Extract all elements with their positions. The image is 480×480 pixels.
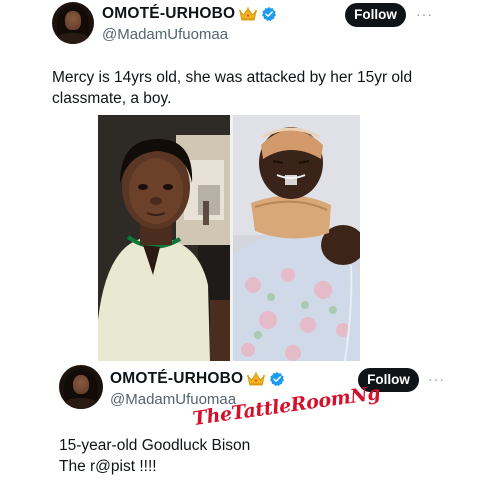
- tweet-text-line-1: 15-year-old Goodluck Bison: [59, 437, 251, 454]
- verified-badge-icon: [262, 7, 277, 22]
- profile-avatar[interactable]: [52, 2, 94, 44]
- crown-emoji-icon: [247, 372, 266, 386]
- follow-button[interactable]: Follow: [345, 3, 406, 27]
- display-name-2[interactable]: OMOTÉ-URHOBO: [110, 370, 285, 388]
- avatar-face: [73, 374, 89, 395]
- more-options-icon[interactable]: ···: [428, 371, 445, 387]
- tweet-text-line-2: The r@pist !!!!: [59, 458, 157, 475]
- more-options-icon[interactable]: ···: [416, 6, 433, 22]
- profile-avatar-2[interactable]: [59, 365, 103, 409]
- photo-victim-hospital[interactable]: [233, 115, 360, 361]
- avatar-shoulder: [55, 33, 91, 44]
- tweet-text: Mercy is 14yrs old, she was attacked by …: [52, 69, 413, 107]
- display-name[interactable]: OMOTÉ-URHOBO: [102, 5, 277, 23]
- display-name-text: OMOTÉ-URHOBO: [110, 370, 244, 387]
- user-handle[interactable]: @MadamUfuomaa: [102, 26, 228, 43]
- display-name-text: OMOTÉ-URHOBO: [102, 5, 236, 22]
- portrait-illustration: [98, 115, 230, 361]
- photo-victim-portrait[interactable]: [98, 115, 230, 361]
- avatar-face: [65, 11, 81, 30]
- verified-badge-icon: [270, 372, 285, 387]
- avatar-shoulder: [62, 397, 100, 409]
- watermark-text: TheTattleRoomNg: [191, 381, 382, 431]
- crown-emoji-icon: [239, 7, 258, 21]
- hospital-illustration: [233, 115, 360, 361]
